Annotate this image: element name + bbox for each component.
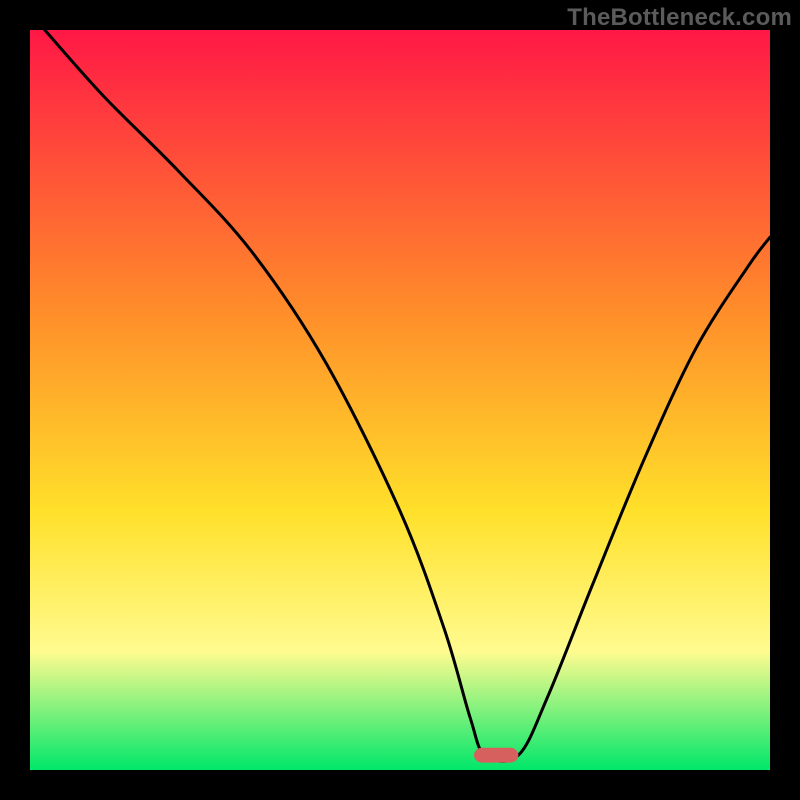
plot-background <box>30 30 770 770</box>
chart-frame: TheBottleneck.com <box>0 0 800 800</box>
chart-canvas <box>0 0 800 800</box>
optimum-marker <box>474 748 518 763</box>
watermark-text: TheBottleneck.com <box>567 4 792 32</box>
